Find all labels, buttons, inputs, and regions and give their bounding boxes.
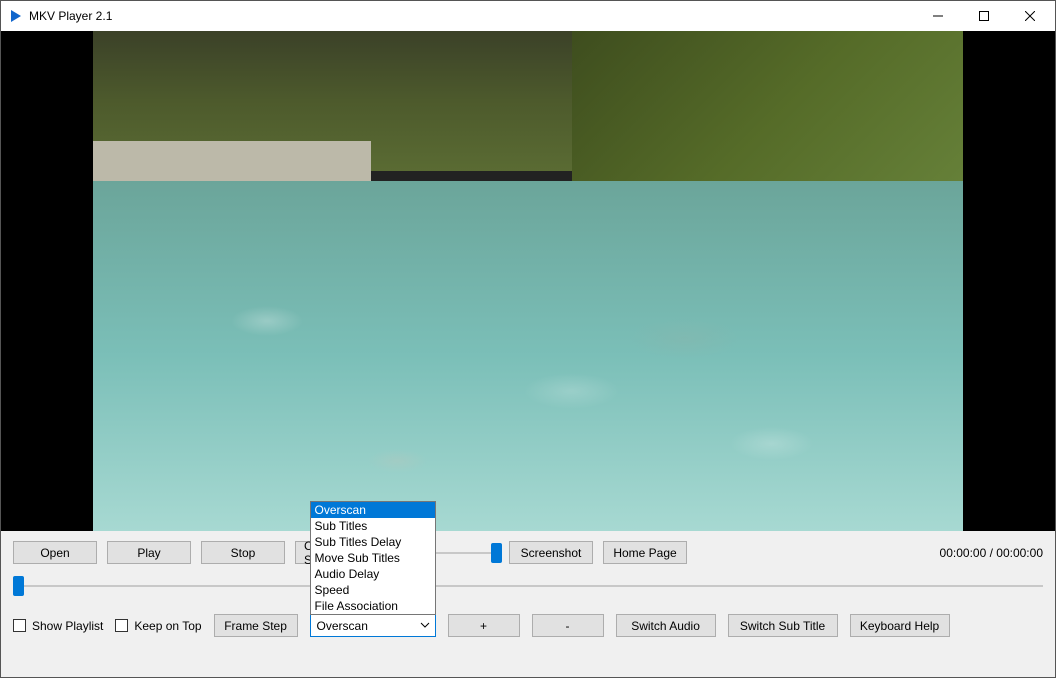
minimize-button[interactable] (915, 1, 961, 31)
option-subtitles-delay[interactable]: Sub Titles Delay (311, 534, 435, 550)
video-area[interactable] (1, 31, 1055, 531)
keep-on-top-checkbox[interactable]: Keep on Top (115, 619, 201, 633)
chevron-down-icon (419, 619, 431, 634)
show-playlist-checkbox[interactable]: Show Playlist (13, 619, 103, 633)
controls-panel: Open Play Stop Change Skin Screenshot Ho… (1, 531, 1055, 677)
option-file-association[interactable]: File Association (311, 598, 435, 614)
screenshot-button[interactable]: Screenshot (509, 541, 593, 564)
volume-thumb[interactable] (491, 543, 502, 563)
keyboard-help-button[interactable]: Keyboard Help (850, 614, 950, 637)
app-icon (9, 9, 23, 23)
combo-selected: Overscan (317, 619, 368, 633)
minus-button[interactable]: - (532, 614, 604, 637)
home-page-button[interactable]: Home Page (603, 541, 687, 564)
open-button[interactable]: Open (13, 541, 97, 564)
time-current: 00:00:00 (940, 546, 987, 560)
switch-audio-button[interactable]: Switch Audio (616, 614, 716, 637)
time-sep: / (986, 546, 996, 560)
time-total: 00:00:00 (996, 546, 1043, 560)
app-window: MKV Player 2.1 Open Play Stop Change Ski… (0, 0, 1056, 678)
option-subtitles[interactable]: Sub Titles (311, 518, 435, 534)
window-title: MKV Player 2.1 (29, 9, 112, 23)
option-overscan[interactable]: Overscan (311, 502, 435, 518)
maximize-button[interactable] (961, 1, 1007, 31)
close-button[interactable] (1007, 1, 1053, 31)
keep-on-top-label: Keep on Top (134, 619, 201, 633)
options-combo[interactable]: Overscan Overscan Sub Titles Sub Titles … (310, 614, 436, 637)
video-frame (93, 31, 963, 531)
plus-button[interactable]: + (448, 614, 520, 637)
seek-thumb[interactable] (13, 576, 24, 596)
option-move-subtitles[interactable]: Move Sub Titles (311, 550, 435, 566)
checkbox-icon (13, 619, 26, 632)
titlebar: MKV Player 2.1 (1, 1, 1055, 31)
checkbox-icon (115, 619, 128, 632)
option-audio-delay[interactable]: Audio Delay (311, 566, 435, 582)
seek-slider[interactable] (13, 576, 1043, 596)
switch-subtitle-button[interactable]: Switch Sub Title (728, 614, 838, 637)
stop-button[interactable]: Stop (201, 541, 285, 564)
seek-track (13, 585, 1043, 587)
option-speed[interactable]: Speed (311, 582, 435, 598)
show-playlist-label: Show Playlist (32, 619, 103, 633)
time-counter: 00:00:00 / 00:00:00 (940, 546, 1043, 560)
play-button[interactable]: Play (107, 541, 191, 564)
frame-step-button[interactable]: Frame Step (214, 614, 298, 637)
options-dropdown: Overscan Sub Titles Sub Titles Delay Mov… (310, 501, 436, 615)
